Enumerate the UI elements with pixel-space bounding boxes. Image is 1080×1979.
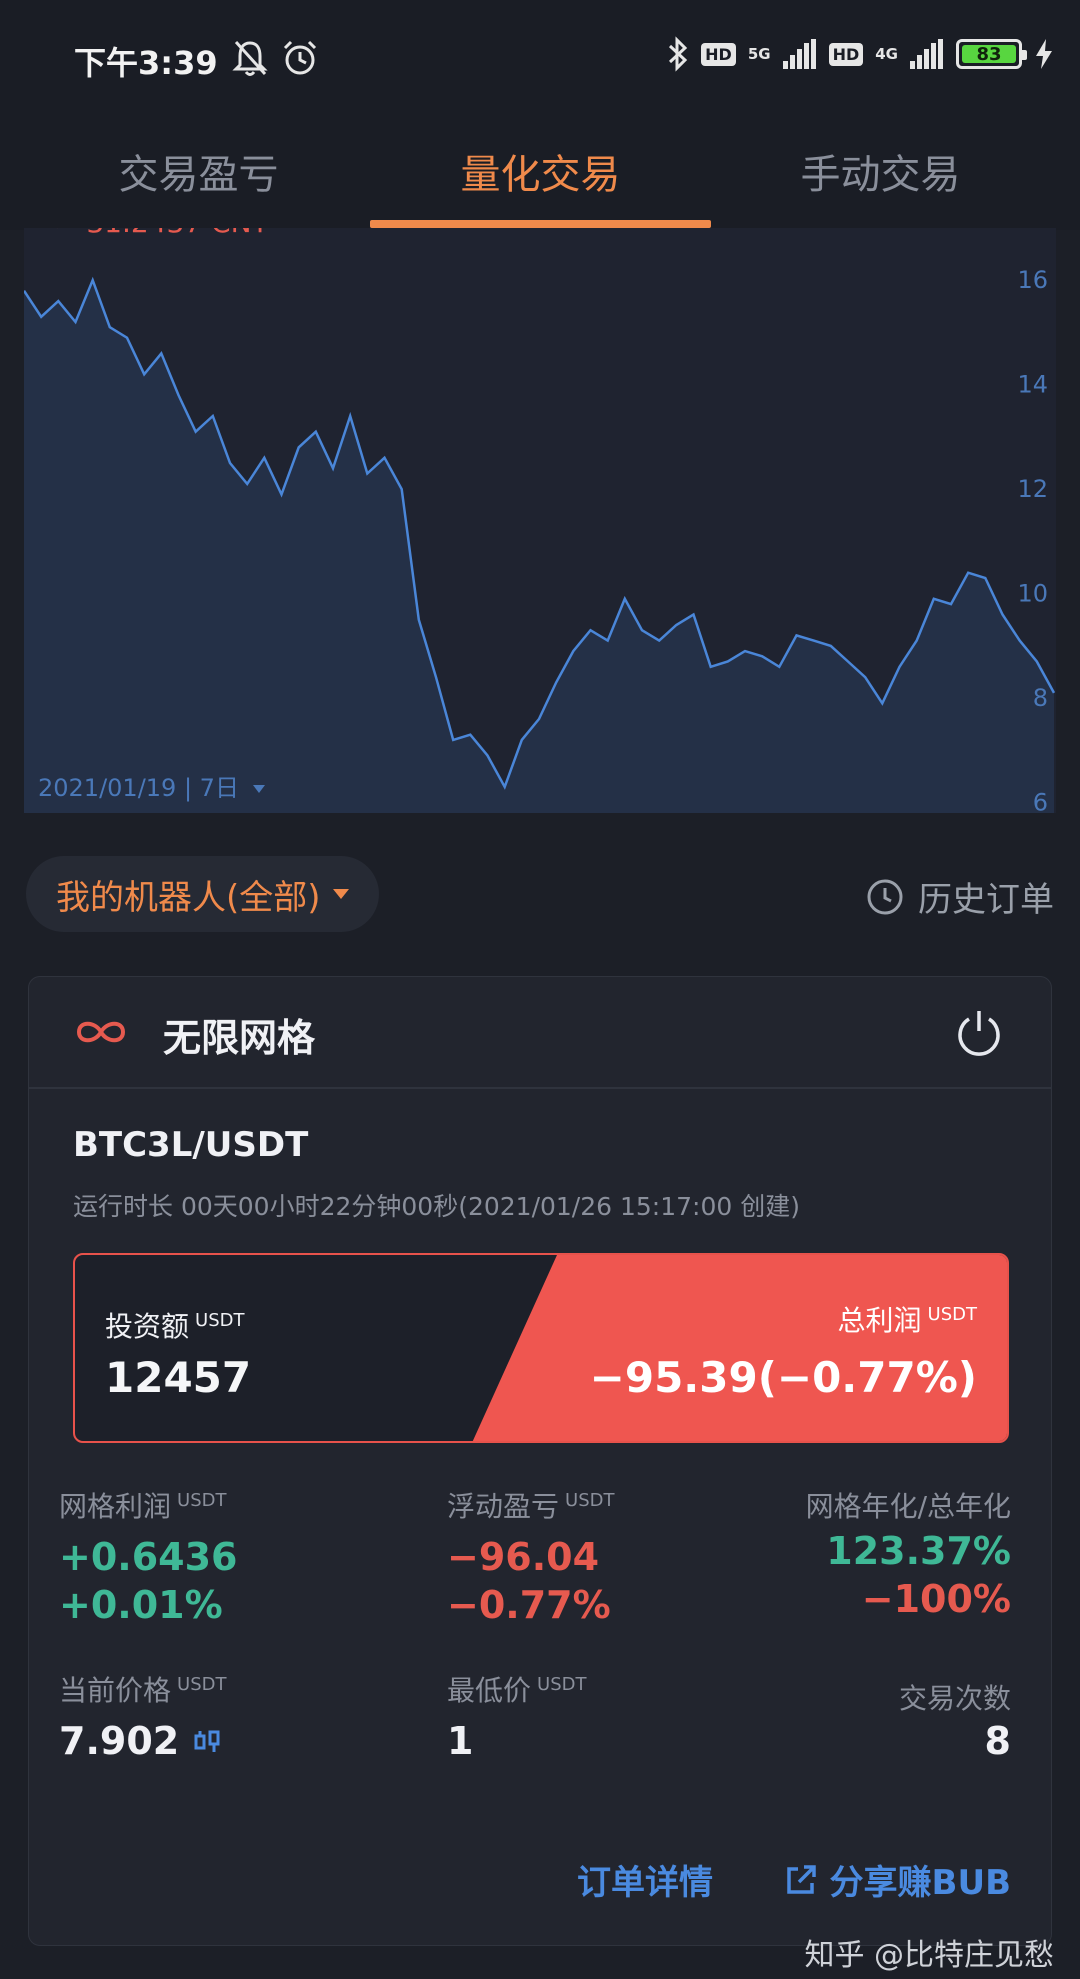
investment-label: 投资额 USDT: [105, 1305, 244, 1345]
trade-count-value: 8: [984, 1719, 1011, 1763]
y-tick-label: 14: [1017, 371, 1048, 399]
annualized-grid-value: 123.37%: [826, 1529, 1011, 1573]
total-profit-unit: USDT: [927, 1303, 977, 1325]
grid-profit-label: 网格利润 USDT: [59, 1485, 226, 1525]
tab-quant-trading[interactable]: 量化交易: [370, 135, 711, 215]
chart-date-range-text: 2021/01/19 | 7日: [38, 774, 239, 802]
y-tick-label: 6: [1033, 789, 1048, 813]
y-tick-label: 10: [1017, 580, 1048, 608]
status-time: 下午3:39: [74, 44, 218, 82]
current-price-value: 7.902: [59, 1719, 180, 1763]
network-4g-label: 4G: [875, 45, 898, 63]
hd-badge-2: HD: [828, 42, 864, 66]
floating-pnl-label-text: 浮动盈亏: [447, 1490, 560, 1523]
current-price-unit: USDT: [177, 1673, 227, 1695]
total-profit-label: 总利润 USDT: [838, 1299, 977, 1339]
grid-profit-unit: USDT: [177, 1489, 227, 1511]
hd-badge-1: HD: [701, 42, 736, 66]
order-detail-link[interactable]: 订单详情: [577, 1855, 713, 1904]
grid-profit-label-text: 网格利润: [59, 1490, 172, 1523]
grid-profit-percent: +0.01%: [59, 1583, 223, 1627]
price-chart-svg: 16 14 12 10 8 6: [24, 266, 1056, 813]
tab-manual-trading[interactable]: 手动交易: [710, 135, 1051, 215]
investment-unit: USDT: [195, 1309, 245, 1331]
y-tick-label: 8: [1033, 684, 1048, 712]
robot-filter-label: 我的机器人(全部): [56, 877, 321, 918]
trading-pair: BTC3L/USDT: [73, 1125, 309, 1165]
network-5g-label: 5G: [747, 45, 771, 63]
history-orders-link[interactable]: 历史订单: [866, 872, 1054, 921]
clock-icon: [867, 879, 903, 914]
chart-range-caret-icon: [252, 785, 265, 793]
tab-bar: 交易盈亏 量化交易 手动交易: [0, 115, 1080, 230]
trade-count-label: 交易次数: [898, 1682, 1011, 1715]
card-title: 无限网格: [163, 1016, 316, 1060]
annualized-total-value: −100%: [861, 1577, 1011, 1621]
card-header: 无限网格: [29, 977, 1051, 1089]
investment-summary: 投资额 USDT 12457 总利润 USDT −95.39(−0.77%): [73, 1253, 1009, 1443]
watermark: 知乎 @比特庄见愁: [804, 1938, 1054, 1973]
floating-pnl-label: 浮动盈亏 USDT: [447, 1485, 614, 1525]
profit-panel-bg: [471, 1255, 1007, 1441]
history-orders-label: 历史订单: [918, 880, 1054, 920]
power-icon[interactable]: [955, 1007, 1003, 1059]
investment-value: 12457: [105, 1353, 252, 1402]
signal-icon-2: [910, 39, 943, 69]
chart-area-fill: [24, 280, 1054, 813]
battery-level: 83: [962, 44, 1016, 65]
signal-icon-1: [782, 39, 816, 69]
lowest-price-label: 最低价 USDT: [447, 1669, 586, 1709]
robot-filter-dropdown[interactable]: 我的机器人(全部): [26, 856, 379, 932]
grid-profit-value: +0.6436: [59, 1535, 238, 1579]
floating-pnl-value: −96.04: [447, 1535, 600, 1579]
bell-muted-icon: [232, 40, 268, 76]
current-price-label-text: 当前价格: [59, 1674, 172, 1707]
chart-date-range[interactable]: 2021/01/19 | 7日: [38, 768, 265, 803]
infinity-icon: [76, 1021, 126, 1043]
charging-icon: [1036, 39, 1052, 69]
price-chart[interactable]: ≈ 31.2437 CNY 1614121086 2021/01/19 | 7日: [24, 228, 1056, 813]
candlestick-icon[interactable]: [193, 1726, 223, 1756]
alarm-icon: [283, 40, 317, 75]
bluetooth-icon: [669, 36, 688, 72]
share-earn-link[interactable]: 分享赚BUB: [784, 1855, 1011, 1904]
status-bar: 下午3:39 HD 5G HD 4G 83: [0, 0, 1080, 115]
y-tick-label: 16: [1017, 266, 1048, 294]
active-tab-indicator: [370, 220, 711, 228]
annualized-label: 网格年化/总年化: [805, 1490, 1011, 1523]
battery-icon: 83: [956, 39, 1027, 69]
share-icon: [786, 1864, 816, 1894]
lowest-price-unit: USDT: [537, 1673, 587, 1695]
robot-card: 无限网格 BTC3L/USDT 运行时长 00天00小时22分钟00秒(2021…: [28, 976, 1052, 1946]
total-profit-value: −95.39(−0.77%): [589, 1353, 977, 1402]
lowest-price-label-text: 最低价: [447, 1674, 532, 1707]
current-price-label: 当前价格 USDT: [59, 1669, 226, 1709]
tab-trade-pnl[interactable]: 交易盈亏: [28, 135, 369, 215]
y-tick-label: 12: [1017, 475, 1048, 503]
status-indicators: HD 5G HD 4G 83: [667, 36, 1054, 72]
chevron-down-icon: [332, 889, 349, 899]
share-earn-label: 分享赚BUB: [829, 1863, 1011, 1903]
floating-pnl-percent: −0.77%: [447, 1583, 611, 1627]
floating-pnl-unit: USDT: [565, 1489, 615, 1511]
current-price: 7.902: [59, 1719, 223, 1763]
investment-label-text: 投资额: [105, 1310, 190, 1343]
runtime-info: 运行时长 00天00小时22分钟00秒(2021/01/26 15:17:00 …: [73, 1192, 800, 1221]
lowest-price-value: 1: [447, 1719, 474, 1763]
total-profit-label-text: 总利润: [837, 1304, 922, 1337]
